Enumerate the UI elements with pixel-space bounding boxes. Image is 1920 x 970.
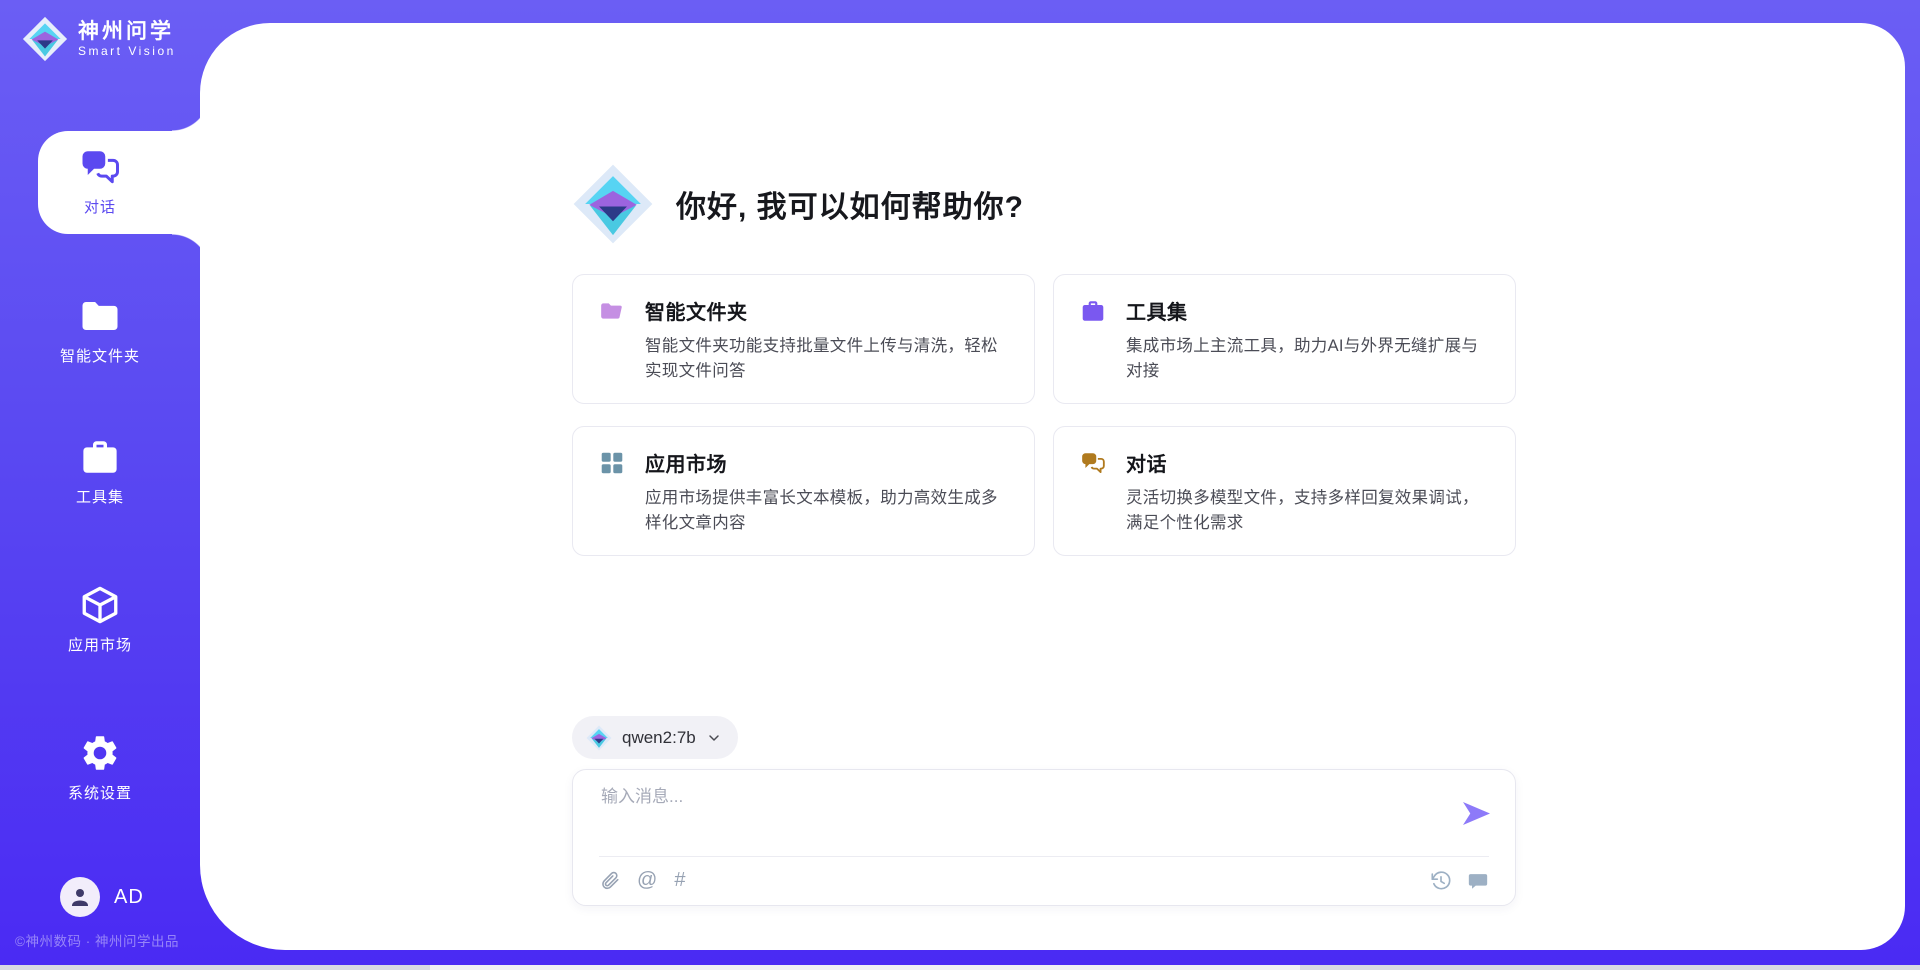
greeting-hero: 你好, 我可以如何帮助你?: [572, 163, 1024, 245]
card-title: 对话: [1126, 448, 1489, 477]
card-description: 集成市场上主流工具，助力AI与外界无缝扩展与对接: [1126, 334, 1489, 384]
mention-icon[interactable]: @: [637, 870, 657, 891]
card-toolbox[interactable]: 工具集 集成市场上主流工具，助力AI与外界无缝扩展与对接: [1053, 274, 1516, 404]
cube-icon: [79, 584, 121, 626]
feedback-bubble-icon[interactable]: [1467, 870, 1489, 892]
copyright-text: ©神州数码 · 神州问学出品: [15, 930, 179, 950]
card-chat[interactable]: 对话 灵活切换多模型文件，支持多样回复效果调试，满足个性化需求: [1053, 426, 1516, 556]
greeting-title: 你好, 我可以如何帮助你?: [676, 182, 1024, 226]
card-description: 智能文件夹功能支持批量文件上传与清洗，轻松实现文件问答: [645, 334, 1008, 384]
horizontal-scrollbar[interactable]: [0, 965, 1920, 970]
composer-divider: [599, 856, 1489, 857]
message-input[interactable]: [599, 786, 1423, 808]
chat-home-content: 你好, 我可以如何帮助你? 智能文件夹 智能文件夹功能支持批量文件上传与清洗，轻…: [572, 23, 1516, 950]
card-title: 智能文件夹: [645, 296, 1008, 325]
chevron-down-icon: [706, 730, 722, 746]
card-description: 灵活切换多模型文件，支持多样回复效果调试，满足个性化需求: [1126, 486, 1489, 536]
sidebar-item-label: 智能文件夹: [60, 345, 140, 366]
history-icon[interactable]: [1430, 870, 1452, 892]
person-icon: [68, 885, 92, 909]
composer-right-actions: [1430, 870, 1489, 892]
user-account[interactable]: AD: [60, 877, 144, 917]
card-title: 工具集: [1126, 296, 1489, 325]
card-app-market[interactable]: 应用市场 应用市场提供丰富长文本模板，助力高效生成多样化文章内容: [572, 426, 1035, 556]
chat-bubbles-icon: [1080, 450, 1106, 476]
grid-icon: [599, 450, 625, 476]
folder-icon: [79, 295, 121, 337]
user-initials: AD: [114, 886, 144, 909]
sidebar-item-settings[interactable]: 系统设置: [0, 732, 200, 803]
main-panel: 你好, 我可以如何帮助你? 智能文件夹 智能文件夹功能支持批量文件上传与清洗，轻…: [200, 23, 1905, 950]
model-name: qwen2:7b: [622, 728, 696, 748]
card-title: 应用市场: [645, 448, 1008, 477]
toolbox-icon: [79, 436, 121, 478]
sidebar-item-smart-folder[interactable]: 智能文件夹: [0, 295, 200, 366]
sidebar-item-label: 应用市场: [68, 634, 132, 655]
sidebar-item-toolbox[interactable]: 工具集: [0, 436, 200, 507]
sidebar-item-label: 对话: [84, 196, 116, 217]
paperclip-icon[interactable]: [599, 870, 620, 891]
composer-toolbar: @ #: [599, 870, 685, 891]
feature-cards: 智能文件夹 智能文件夹功能支持批量文件上传与清洗，轻松实现文件问答 工具集 集成…: [572, 274, 1516, 556]
sidebar-item-app-market[interactable]: 应用市场: [0, 584, 200, 655]
scrollbar-thumb[interactable]: [430, 965, 1300, 970]
app-name: 神州问学: [78, 20, 176, 44]
sidebar-item-label: 系统设置: [68, 782, 132, 803]
topic-icon[interactable]: #: [674, 870, 685, 891]
message-composer: @ #: [572, 769, 1516, 906]
sidebar: 神州问学 Smart Vision 对话 智能文件夹 工具集: [0, 0, 200, 970]
chat-bubbles-icon: [79, 146, 121, 188]
toolbox-icon: [1080, 298, 1106, 324]
card-smart-folder[interactable]: 智能文件夹 智能文件夹功能支持批量文件上传与清洗，轻松实现文件问答: [572, 274, 1035, 404]
avatar: [60, 877, 100, 917]
folder-icon: [599, 298, 625, 324]
gear-icon: [79, 732, 121, 774]
sidebar-item-chat[interactable]: 对话: [0, 146, 200, 217]
diamond-logo-icon: [572, 163, 654, 245]
diamond-logo-icon: [586, 725, 612, 751]
card-description: 应用市场提供丰富长文本模板，助力高效生成多样化文章内容: [645, 486, 1008, 536]
diamond-logo-icon: [22, 16, 68, 62]
model-selector[interactable]: qwen2:7b: [572, 716, 738, 759]
app-logo: 神州问学 Smart Vision: [22, 16, 176, 62]
app-tagline: Smart Vision: [78, 44, 176, 59]
send-icon[interactable]: [1463, 801, 1490, 826]
sidebar-item-label: 工具集: [76, 486, 124, 507]
